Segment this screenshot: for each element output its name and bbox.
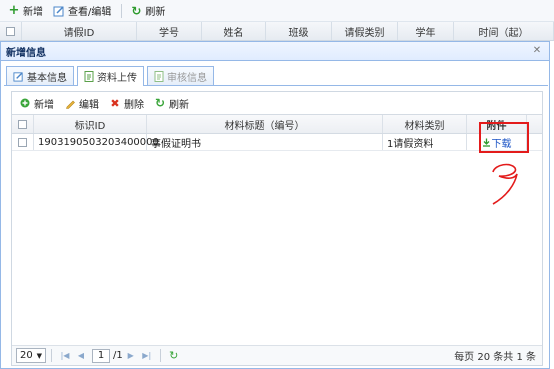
row-title: 事假证明书	[147, 134, 383, 150]
tab-label: 基本信息	[27, 72, 67, 84]
last-page-icon[interactable]: ▶|	[141, 350, 153, 362]
column-header[interactable]: 材料标题（编号）	[147, 115, 383, 133]
pager-separator	[159, 349, 161, 362]
material-grid-header: 标识ID 材料标题（编号） 材料类别 附件	[12, 114, 542, 134]
row-checkbox[interactable]	[12, 134, 34, 150]
pencil-icon	[64, 97, 76, 109]
tab-review-info[interactable]: 审核信息	[147, 66, 214, 85]
column-header[interactable]: 班级	[266, 22, 332, 40]
tab-basic-info[interactable]: 基本信息	[6, 66, 74, 85]
add-circle-icon	[19, 97, 31, 109]
table-row[interactable]: 1903190503203400000 事假证明书 1请假资料 下载	[12, 134, 542, 151]
row-category: 1请假资料	[383, 134, 467, 150]
page-size-select[interactable]: 20 ▼	[16, 348, 46, 363]
toolbar-separator	[121, 3, 123, 18]
material-panel: 新增 编辑 ✖ 删除 ↻ 刷新 标识ID 材料标题（编号） 材料类别 附件 19…	[11, 91, 543, 366]
delete-icon: ✖	[110, 96, 120, 110]
column-header[interactable]: 学号	[137, 22, 202, 40]
pager-separator	[51, 349, 52, 362]
add-info-dialog: 新增信息 ✕ 基本信息 资料上传 审核信息 新增 编辑 ✖ 删除 ↻ 刷新 标识…	[0, 41, 550, 369]
close-icon[interactable]: ✕	[531, 45, 543, 57]
dialog-title-bar: 新增信息 ✕	[1, 42, 549, 61]
row-id: 1903190503203400000	[34, 134, 159, 150]
pager-info: 每页 20 条共 1 条	[454, 352, 536, 363]
select-all-checkbox[interactable]	[0, 22, 22, 40]
edit-icon	[13, 71, 24, 82]
select-all-checkbox[interactable]	[12, 115, 34, 133]
delete-label: 删除	[124, 99, 144, 111]
refresh-button[interactable]: ↻ 刷新	[126, 2, 169, 20]
total-pages: /1	[113, 350, 123, 361]
refresh-icon[interactable]: ↻	[168, 349, 180, 362]
prev-page-icon[interactable]: ◀	[75, 350, 87, 362]
column-header[interactable]: 姓名	[202, 22, 266, 40]
page-toolbar: + 新增 查看/编辑 ↻ 刷新	[0, 0, 554, 22]
edit-label: 编辑	[79, 99, 99, 111]
first-page-icon[interactable]: |◀	[59, 350, 71, 362]
material-toolbar: 新增 编辑 ✖ 删除 ↻ 刷新	[12, 92, 542, 114]
dialog-tabs: 基本信息 资料上传 审核信息	[4, 64, 548, 86]
page-size-value: 20	[20, 350, 33, 361]
refresh-icon: ↻	[154, 96, 166, 110]
refresh-icon: ↻	[131, 3, 142, 18]
tab-label: 资料上传	[97, 73, 137, 84]
column-header[interactable]: 时间（起）	[454, 22, 554, 40]
edit-icon	[53, 5, 65, 17]
edit-material-button[interactable]: 编辑	[60, 94, 103, 112]
next-page-icon[interactable]: ▶	[125, 350, 137, 362]
column-header[interactable]: 标识ID	[34, 115, 147, 133]
view-edit-label: 查看/编辑	[68, 7, 112, 18]
annotation-scribble	[492, 163, 518, 205]
refresh-label: 刷新	[169, 99, 189, 111]
add-label: 新增	[23, 7, 43, 18]
delete-material-button[interactable]: ✖ 删除	[105, 94, 148, 112]
annotation-box	[479, 122, 529, 153]
column-header[interactable]: 请假类别	[332, 22, 398, 40]
view-edit-button[interactable]: 查看/编辑	[49, 2, 115, 20]
tab-material-upload[interactable]: 资料上传	[77, 66, 144, 86]
add-label: 新增	[34, 99, 54, 111]
chevron-down-icon: ▼	[36, 351, 42, 360]
pagination-bar: 20 ▼ |◀ ◀ 1 /1 ▶ ▶| ↻ 每页 20 条共 1 条	[12, 345, 542, 365]
column-header[interactable]: 学年	[398, 22, 454, 40]
document-icon	[154, 70, 164, 82]
plus-icon: +	[8, 3, 20, 18]
page-grid-header: 请假ID 学号 姓名 班级 请假类别 学年 时间（起）	[0, 22, 554, 41]
column-header[interactable]: 材料类别	[383, 115, 467, 133]
page-number-input[interactable]: 1	[92, 348, 110, 363]
tab-label: 审核信息	[167, 72, 207, 84]
add-material-button[interactable]: 新增	[15, 94, 58, 112]
refresh-material-button[interactable]: ↻ 刷新	[150, 94, 193, 112]
document-icon	[84, 71, 94, 82]
refresh-label: 刷新	[145, 7, 166, 18]
dialog-title: 新增信息	[6, 47, 46, 59]
add-button[interactable]: + 新增	[4, 2, 47, 20]
column-header[interactable]: 请假ID	[22, 22, 137, 40]
